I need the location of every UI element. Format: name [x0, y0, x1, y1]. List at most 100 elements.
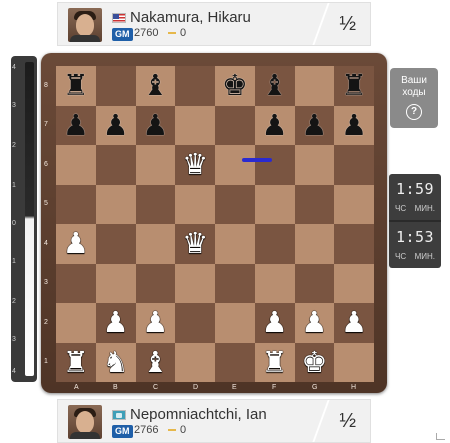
square-c4[interactable]	[135, 224, 176, 264]
square-a6[interactable]	[56, 145, 96, 185]
square-e4[interactable]	[215, 224, 255, 264]
white-pawn-icon[interactable]: ♟	[334, 303, 374, 343]
black-rook-icon[interactable]: ♜	[334, 66, 374, 106]
your-moves-button[interactable]: Ваши ходы ?	[390, 68, 438, 128]
black-pawn-icon[interactable]: ♟	[255, 106, 295, 146]
square-f2[interactable]: ♟	[254, 303, 295, 343]
square-f5[interactable]	[254, 184, 295, 224]
square-h3[interactable]	[334, 263, 374, 303]
square-a8[interactable]: ♜	[56, 66, 96, 106]
square-b5[interactable]	[95, 184, 136, 224]
square-h5[interactable]	[334, 184, 374, 224]
square-c7[interactable]: ♟	[135, 105, 176, 146]
rank-label: 1	[44, 358, 48, 365]
player-score: ½	[339, 13, 356, 35]
square-f1[interactable]: ♜	[254, 342, 295, 383]
white-pawn-icon[interactable]: ♟	[295, 303, 335, 343]
white-pawn-icon[interactable]: ♟	[96, 303, 136, 343]
square-h2[interactable]: ♟	[334, 303, 374, 343]
square-g1[interactable]: ♚	[294, 342, 335, 383]
black-bishop-icon[interactable]: ♝	[136, 66, 176, 106]
title-badge: GM	[112, 28, 133, 41]
white-bishop-icon[interactable]: ♝	[136, 343, 176, 383]
square-f8[interactable]: ♝	[254, 66, 295, 106]
square-c5[interactable]	[135, 184, 176, 224]
square-b1[interactable]: ♞	[95, 342, 136, 383]
chessboard[interactable]: ♜ ♝ ♚ ♝ ♜ ♟ ♟ ♟ ♟ ♟ ♟ ♛ ♟ ♛ ♟ ♟ ♟ ♟ ♟ ♜ ♞ ♝ ♜ ♚	[56, 66, 374, 382]
square-f4[interactable]	[254, 224, 295, 264]
square-f3[interactable]	[254, 263, 295, 303]
square-e5[interactable]	[215, 184, 255, 224]
top-player-card[interactable]: Nakamura, Hikaru GM 2760 0 ½	[57, 2, 371, 46]
square-e1[interactable]	[215, 342, 255, 382]
square-e6[interactable]	[215, 145, 255, 185]
square-f7[interactable]: ♟	[254, 105, 295, 146]
square-f6[interactable]	[254, 145, 295, 185]
square-e7[interactable]	[215, 105, 255, 145]
square-g7[interactable]: ♟	[294, 105, 335, 146]
square-d2[interactable]	[175, 303, 215, 343]
square-b4[interactable]	[95, 224, 136, 264]
white-queen-icon[interactable]: ♛	[175, 145, 215, 185]
white-king-icon[interactable]: ♚	[295, 343, 335, 383]
white-queen-icon[interactable]: ♛	[175, 224, 215, 264]
square-d7[interactable]	[175, 105, 215, 145]
square-a4[interactable]: ♟	[56, 224, 96, 264]
square-h6[interactable]	[334, 145, 374, 185]
square-b2[interactable]: ♟	[95, 303, 136, 343]
eval-tick: 3	[12, 102, 16, 109]
bottom-player-card[interactable]: Nepomniachtchi, Ian GM 2766 0 ½	[57, 399, 371, 443]
square-b8[interactable]	[95, 66, 136, 106]
square-g3[interactable]	[294, 263, 335, 303]
black-pawn-icon[interactable]: ♟	[295, 106, 335, 146]
square-a5[interactable]	[56, 184, 96, 224]
square-g2[interactable]: ♟	[294, 303, 335, 343]
square-h4[interactable]	[334, 224, 374, 264]
square-c3[interactable]	[135, 263, 176, 303]
square-d4[interactable]: ♛	[175, 224, 215, 264]
white-rook-icon[interactable]: ♜	[56, 343, 96, 383]
square-e3[interactable]	[215, 263, 255, 303]
square-h7[interactable]: ♟	[334, 105, 374, 146]
clock-time: 1:53	[395, 228, 435, 246]
white-rook-icon[interactable]: ♜	[255, 343, 295, 383]
square-b3[interactable]	[95, 263, 136, 303]
square-g5[interactable]	[294, 184, 335, 224]
black-pawn-icon[interactable]: ♟	[334, 106, 374, 146]
black-pawn-icon[interactable]: ♟	[96, 106, 136, 146]
white-pawn-icon[interactable]: ♟	[255, 303, 295, 343]
square-a7[interactable]: ♟	[56, 105, 96, 146]
black-pawn-icon[interactable]: ♟	[56, 106, 96, 146]
player-name: Nepomniachtchi, Ian	[130, 406, 267, 423]
square-d1[interactable]	[175, 342, 215, 382]
white-pawn-icon[interactable]: ♟	[56, 224, 96, 264]
square-g4[interactable]	[294, 224, 335, 264]
square-g6[interactable]	[294, 145, 335, 185]
square-h1[interactable]	[334, 342, 374, 382]
black-pawn-icon[interactable]: ♟	[136, 106, 176, 146]
square-d5[interactable]	[175, 184, 215, 224]
square-g8[interactable]	[294, 66, 335, 106]
square-b7[interactable]: ♟	[95, 105, 136, 146]
square-e2[interactable]	[215, 303, 255, 343]
square-d6[interactable]: ♛	[175, 145, 215, 185]
square-d8[interactable]	[175, 66, 215, 106]
square-a1[interactable]: ♜	[56, 342, 96, 383]
black-rook-icon[interactable]: ♜	[56, 66, 96, 106]
square-e8[interactable]: ♚	[215, 66, 255, 106]
white-pawn-icon[interactable]: ♟	[136, 303, 176, 343]
square-a2[interactable]	[56, 303, 96, 343]
black-bishop-icon[interactable]: ♝	[255, 66, 295, 106]
square-c1[interactable]: ♝	[135, 342, 176, 383]
square-b6[interactable]	[95, 145, 136, 185]
square-a3[interactable]	[56, 263, 96, 303]
square-d3[interactable]	[175, 263, 215, 303]
square-h8[interactable]: ♜	[334, 66, 374, 106]
square-c6[interactable]	[135, 145, 176, 185]
square-c8[interactable]: ♝	[135, 66, 176, 106]
file-label: E	[232, 384, 237, 391]
black-king-icon[interactable]: ♚	[215, 66, 255, 106]
white-knight-icon[interactable]: ♞	[96, 343, 136, 383]
square-c2[interactable]: ♟	[135, 303, 176, 343]
file-label: H	[351, 384, 357, 391]
